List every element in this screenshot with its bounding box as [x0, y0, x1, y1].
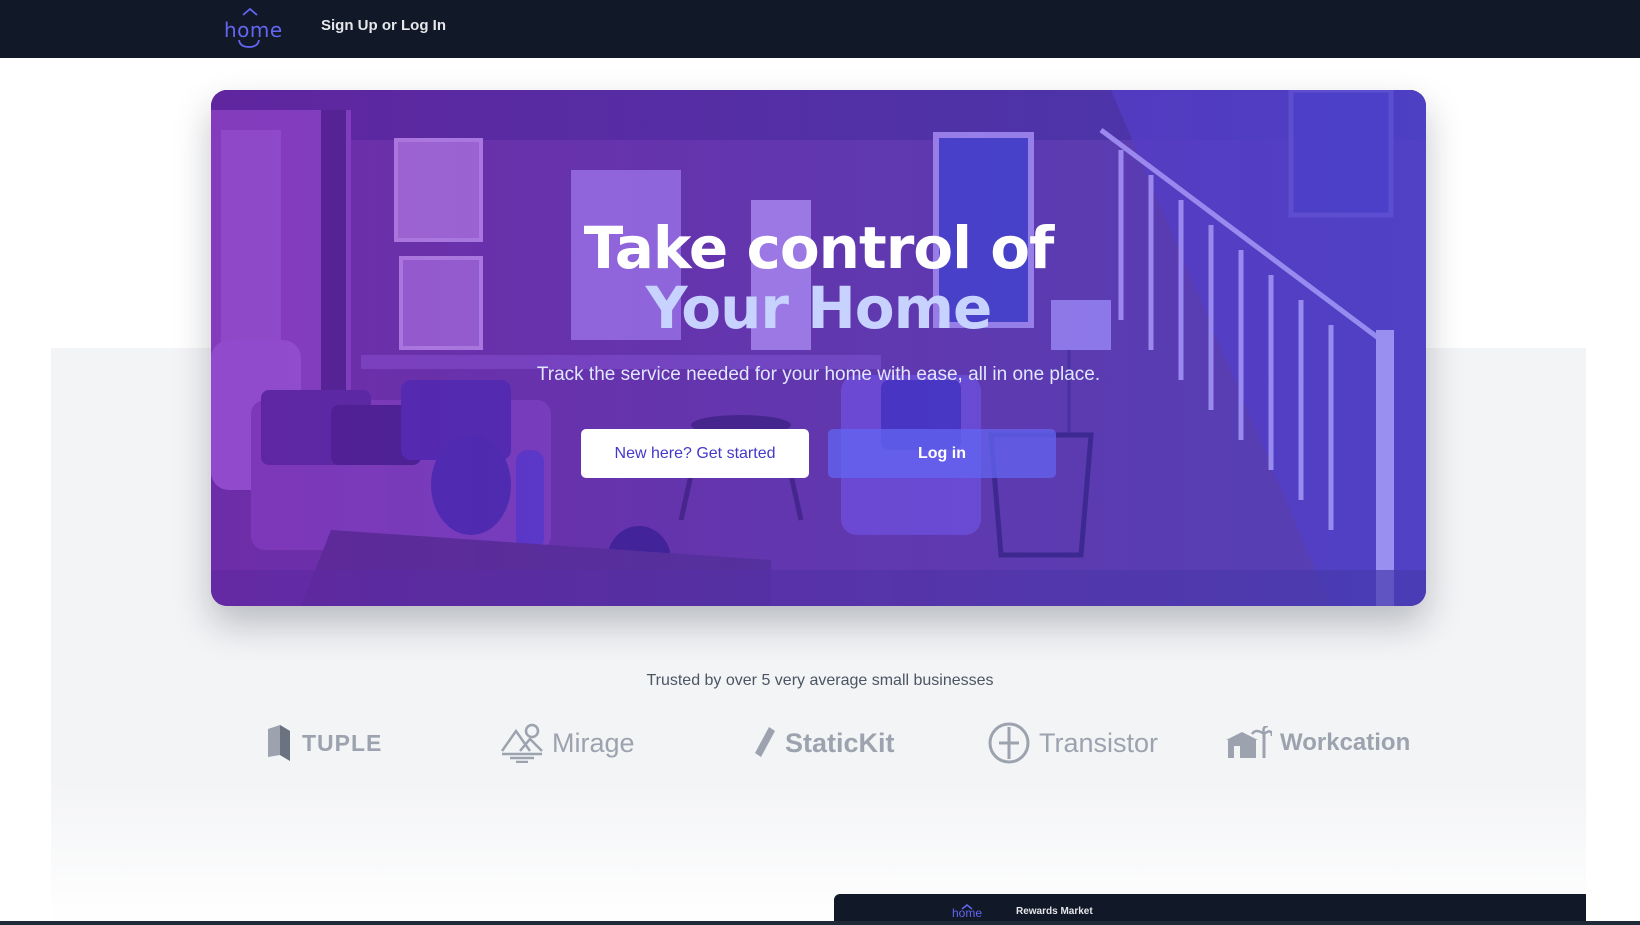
top-navbar: home Sign Up or Log In [0, 0, 1640, 58]
brand-statickit: StaticKit [755, 718, 895, 768]
hero-title-line2: Your Home [645, 274, 993, 342]
brand-workcation: Workcation [1226, 718, 1410, 768]
hero-banner: Take control of Your Home Track the serv… [211, 90, 1426, 606]
bottom-edge [0, 921, 1640, 925]
brand-name: Mirage [552, 727, 635, 758]
statickit-logo-icon [755, 727, 775, 757]
get-started-button[interactable]: New here? Get started [581, 429, 809, 478]
hero-title-line1: Take control of [583, 214, 1055, 282]
signup-login-link[interactable]: Sign Up or Log In [321, 17, 446, 34]
preview-home-logo: home [950, 898, 984, 922]
mirage-logo-icon [500, 723, 543, 763]
transistor-logo-icon [988, 722, 1030, 764]
workcation-logo-icon [1226, 726, 1272, 758]
rewards-market-link[interactable]: Rewards Market [1016, 906, 1093, 917]
preview-logo-text: home [951, 906, 983, 920]
brand-name: Workcation [1280, 729, 1411, 756]
roof-icon [242, 8, 258, 16]
brand-name: TUPLE [302, 729, 383, 756]
hero-subtitle: Track the service needed for your home w… [536, 364, 1101, 385]
tuple-logo-icon [268, 725, 290, 761]
brand-logos: TUPLE Mirage StaticKit Transistor Workca… [0, 718, 1640, 768]
home-logo[interactable]: home [224, 8, 282, 48]
brand-transistor: Transistor [987, 718, 1158, 768]
brand-mirage: Mirage [500, 718, 635, 768]
trusted-by-text: Trusted by over 5 very average small bus… [646, 672, 994, 689]
brand-name: StaticKit [785, 727, 895, 758]
login-button[interactable]: Log in [828, 429, 1056, 478]
hero-overlay [211, 90, 1426, 606]
hero-title: Take control of Your Home [211, 218, 1426, 338]
brand-name: Transistor [1039, 727, 1159, 758]
brand-tuple: TUPLE [266, 718, 382, 768]
smile-icon [238, 39, 260, 48]
